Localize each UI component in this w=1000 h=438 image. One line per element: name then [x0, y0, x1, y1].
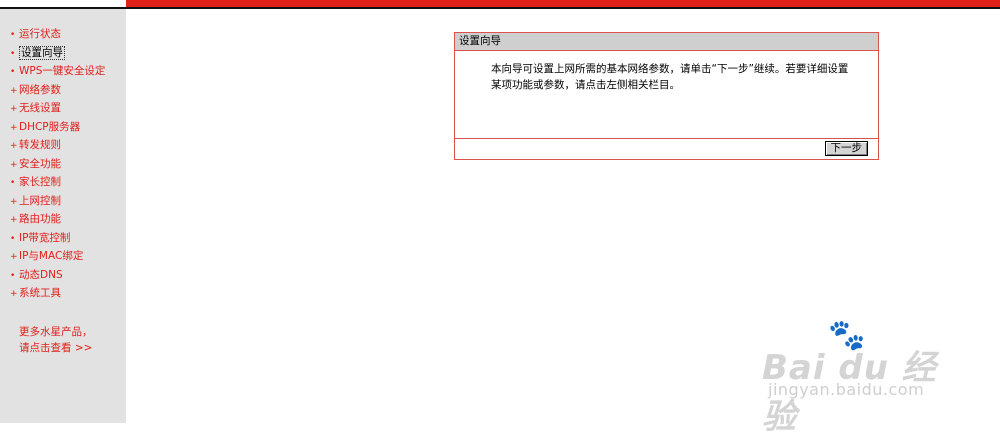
plus-icon: + [10, 289, 18, 299]
sidebar-item-parental[interactable]: • 家长控制 [0, 173, 105, 192]
watermark-site: jingyan.baidu.com [768, 380, 925, 399]
sidebar: • 运行状态 • 设置向导 • WPS一键安全设定 +网络参数 +无线设置 +DHCP… [0, 9, 126, 423]
sidebar-item-wps[interactable]: • WPS一键安全设定 [0, 62, 105, 81]
plus-icon: + [10, 122, 18, 133]
sidebar-item-ip-mac[interactable]: +IP与MAC绑定 [0, 247, 105, 266]
sidebar-item-forwarding[interactable]: +转发规则 [0, 136, 105, 155]
sidebar-item-wireless[interactable]: +无线设置 [0, 99, 105, 118]
setup-wizard-panel: 设置向导 本向导可设置上网所需的基本网络参数，请单击“下一步”继续。若要详细设置… [454, 32, 879, 160]
panel-footer: 下一步 [455, 139, 878, 159]
sidebar-menu: • 运行状态 • 设置向导 • WPS一键安全设定 +网络参数 +无线设置 +DHCP… [0, 25, 105, 303]
plus-icon: + [10, 215, 18, 225]
top-banner-divider [0, 7, 1000, 9]
bullet-icon: • [10, 270, 16, 281]
more-products-line2: 请点击查看 >> [19, 342, 93, 354]
top-banner [0, 0, 1000, 9]
plus-icon: + [10, 196, 18, 207]
bullet-icon: • [10, 178, 16, 188]
sidebar-item-system-tools[interactable]: +系统工具 [0, 284, 105, 303]
sidebar-item-setup-wizard[interactable]: • 设置向导 [0, 44, 105, 63]
sidebar-item-network[interactable]: +网络参数 [0, 81, 105, 100]
bullet-icon: • [10, 233, 16, 244]
sidebar-item-dhcp[interactable]: +DHCP服务器 [0, 118, 105, 137]
plus-icon: + [10, 159, 18, 170]
plus-icon: + [10, 141, 18, 151]
bullet-icon: • [10, 67, 16, 77]
sidebar-item-ddns[interactable]: • 动态DNS [0, 266, 105, 285]
plus-icon: + [10, 85, 18, 96]
sidebar-item-access-control[interactable]: +上网控制 [0, 192, 105, 211]
sidebar-item-routing[interactable]: +路由功能 [0, 210, 105, 229]
next-button[interactable]: 下一步 [824, 141, 868, 156]
bullet-icon: • [10, 48, 16, 59]
plus-icon: + [10, 104, 18, 114]
panel-title: 设置向导 [455, 33, 878, 51]
plus-icon: + [10, 252, 18, 262]
bullet-icon: • [10, 30, 16, 40]
wizard-description: 本向导可设置上网所需的基本网络参数，请单击“下一步”继续。若要详细设置某项功能或… [491, 63, 849, 91]
more-products-link[interactable]: 更多水星产品， 请点击查看 >> [19, 324, 93, 356]
more-products-line1: 更多水星产品， [19, 326, 93, 338]
sidebar-item-security[interactable]: +安全功能 [0, 155, 105, 174]
sidebar-item-status[interactable]: • 运行状态 [0, 25, 105, 44]
sidebar-item-bandwidth[interactable]: • IP带宽控制 [0, 229, 105, 248]
baidu-watermark: 🐾 Bai du 经验 jingyan.baidu.com [762, 318, 962, 437]
panel-body: 本向导可设置上网所需的基本网络参数，请单击“下一步”继续。若要详细设置某项功能或… [455, 51, 878, 139]
top-banner-red-strip [126, 0, 1000, 7]
